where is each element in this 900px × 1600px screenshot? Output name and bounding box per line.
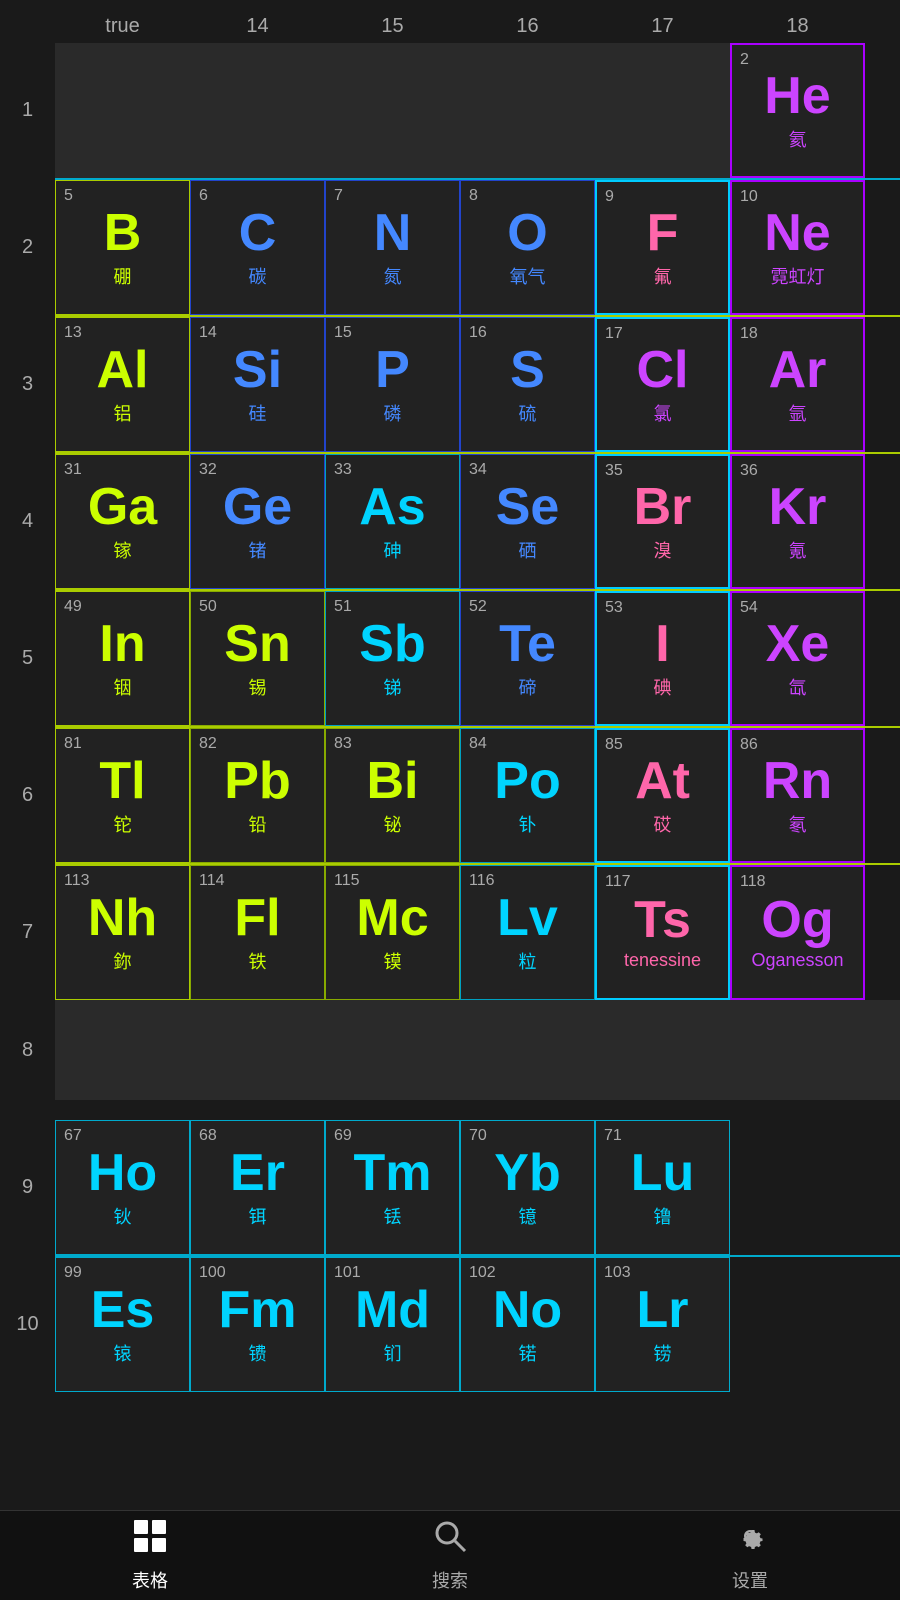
- element-Yb[interactable]: 70 Yb 镱: [460, 1120, 595, 1255]
- element-P[interactable]: 15 P 磷: [325, 317, 460, 452]
- element-Mc[interactable]: 115 Mc 镆: [325, 865, 460, 1000]
- element-B[interactable]: 5 B 硼: [55, 180, 190, 315]
- row-label-8: 8: [0, 1039, 55, 1062]
- gear-icon: [732, 1518, 768, 1562]
- row-label-3: 3: [0, 317, 55, 452]
- col-15: 15: [325, 10, 460, 43]
- row-label-2: 2: [0, 180, 55, 315]
- element-F[interactable]: 9 F 氟: [595, 180, 730, 315]
- element-Er[interactable]: 68 Er 铒: [190, 1120, 325, 1255]
- element-Ar[interactable]: 18 Ar 氩: [730, 317, 865, 452]
- column-headers: true 14 15 16 17 18: [55, 10, 900, 43]
- element-Si[interactable]: 14 Si 硅: [190, 317, 325, 452]
- period-4: 4 31 Ga 镓 32 Ge 锗 33 As 砷 34 Se 硒 35 Br …: [0, 454, 900, 589]
- element-As[interactable]: 33 As 砷: [325, 454, 460, 589]
- empty-content-8: [55, 1000, 900, 1100]
- element-Br[interactable]: 35 Br 溴: [595, 454, 730, 589]
- row-label-10: 10: [0, 1257, 55, 1392]
- row-label-5: 5: [0, 591, 55, 726]
- element-Fl[interactable]: 114 Fl 铁: [190, 865, 325, 1000]
- element-Po[interactable]: 84 Po 钋: [460, 728, 595, 863]
- nav-settings-label: 设置: [732, 1567, 768, 1593]
- period-3: 3 13 Al 铝 14 Si 硅 15 P 磷 16 S 硫 17 Cl 氯 …: [0, 317, 900, 452]
- element-Es[interactable]: 99 Es 锿: [55, 1257, 190, 1392]
- element-Md[interactable]: 101 Md 钔: [325, 1257, 460, 1392]
- element-Sb[interactable]: 51 Sb 锑: [325, 591, 460, 726]
- element-Lr[interactable]: 103 Lr 铹: [595, 1257, 730, 1392]
- period-2: 2 5 B 硼 6 C 碳 7 N 氮 8 O 氧气 9 F 氟 10 Ne: [0, 180, 900, 315]
- element-Se[interactable]: 34 Se 硒: [460, 454, 595, 589]
- element-In[interactable]: 49 In 铟: [55, 591, 190, 726]
- periodic-table: true 14 15 16 17 18 1 2 He 氦 2 5 B 硼 6 C…: [0, 0, 900, 1392]
- nav-search[interactable]: 搜索: [432, 1518, 468, 1593]
- element-N[interactable]: 7 N 氮: [325, 180, 460, 315]
- row-label-1: 1: [0, 43, 55, 178]
- grid-icon: [132, 1518, 168, 1562]
- element-S[interactable]: 16 S 硫: [460, 317, 595, 452]
- col-14: 14: [190, 10, 325, 43]
- element-C[interactable]: 6 C 碳: [190, 180, 325, 315]
- row-label-4: 4: [0, 454, 55, 589]
- element-I[interactable]: 53 I 碘: [595, 591, 730, 726]
- lanthanide-section: 9 67 Ho 钬 68 Er 铒 69 Tm 铥 70 Yb 镱: [0, 1120, 900, 1392]
- element-Ge[interactable]: 32 Ge 锗: [190, 454, 325, 589]
- element-Nh[interactable]: 113 Nh 鉨: [55, 865, 190, 1000]
- period-9: 9 67 Ho 钬 68 Er 铒 69 Tm 铥 70 Yb 镱: [0, 1120, 900, 1255]
- element-Cl[interactable]: 17 Cl 氯: [595, 317, 730, 452]
- empty-cell-r1: [55, 43, 730, 178]
- element-Lv[interactable]: 116 Lv 粒: [460, 865, 595, 1000]
- nav-table[interactable]: 表格: [132, 1518, 168, 1593]
- element-Tm[interactable]: 69 Tm 铥: [325, 1120, 460, 1255]
- element-Xe[interactable]: 54 Xe 氙: [730, 591, 865, 726]
- element-Og[interactable]: 118 Og Oganesson: [730, 865, 865, 1000]
- element-At[interactable]: 85 At 砹: [595, 728, 730, 863]
- nav-settings[interactable]: 设置: [732, 1518, 768, 1593]
- element-No[interactable]: 102 No 锘: [460, 1257, 595, 1392]
- row-label-6: 6: [0, 728, 55, 863]
- search-icon: [432, 1518, 468, 1562]
- element-Tl[interactable]: 81 Tl 铊: [55, 728, 190, 863]
- element-Rn[interactable]: 86 Rn 氡: [730, 728, 865, 863]
- element-Sn[interactable]: 50 Sn 锡: [190, 591, 325, 726]
- nav-table-label: 表格: [132, 1567, 168, 1593]
- element-Ga[interactable]: 31 Ga 镓: [55, 454, 190, 589]
- period-8-empty: 8: [0, 1000, 900, 1100]
- element-Al[interactable]: 13 Al 铝: [55, 317, 190, 452]
- row-label-7: 7: [0, 865, 55, 1000]
- period-7: 7 113 Nh 鉨 114 Fl 铁 115 Mc 镆 116 Lv 粒 11…: [0, 865, 900, 1000]
- nav-search-label: 搜索: [432, 1567, 468, 1593]
- element-He[interactable]: 2 He 氦: [730, 43, 865, 178]
- element-Te[interactable]: 52 Te 碲: [460, 591, 595, 726]
- period-6: 6 81 Tl 铊 82 Pb 铅 83 Bi 铋 84 Po 钋 85 At …: [0, 728, 900, 863]
- period-10: 10 99 Es 锿 100 Fm 镄 101 Md 钔 102 No 锘: [0, 1257, 900, 1392]
- col-17: 17: [595, 10, 730, 43]
- element-Fm[interactable]: 100 Fm 镄: [190, 1257, 325, 1392]
- element-Lu[interactable]: 71 Lu 镥: [595, 1120, 730, 1255]
- element-Ne[interactable]: 10 Ne 霓虹灯: [730, 180, 865, 315]
- element-Bi[interactable]: 83 Bi 铋: [325, 728, 460, 863]
- row-label-9: 9: [0, 1120, 55, 1255]
- bottom-nav: 表格 搜索 设置: [0, 1510, 900, 1600]
- element-O[interactable]: 8 O 氧气: [460, 180, 595, 315]
- period-5: 5 49 In 铟 50 Sn 锡 51 Sb 锑 52 Te 碲 53 I 碘…: [0, 591, 900, 726]
- element-Ts[interactable]: 117 Ts tenessine: [595, 865, 730, 1000]
- col-16: 16: [460, 10, 595, 43]
- element-Pb[interactable]: 82 Pb 铅: [190, 728, 325, 863]
- element-Kr[interactable]: 36 Kr 氪: [730, 454, 865, 589]
- period-1: 1 2 He 氦: [0, 43, 900, 178]
- col-18: 18: [730, 10, 865, 43]
- element-Ho[interactable]: 67 Ho 钬: [55, 1120, 190, 1255]
- col-13: true: [55, 10, 190, 43]
